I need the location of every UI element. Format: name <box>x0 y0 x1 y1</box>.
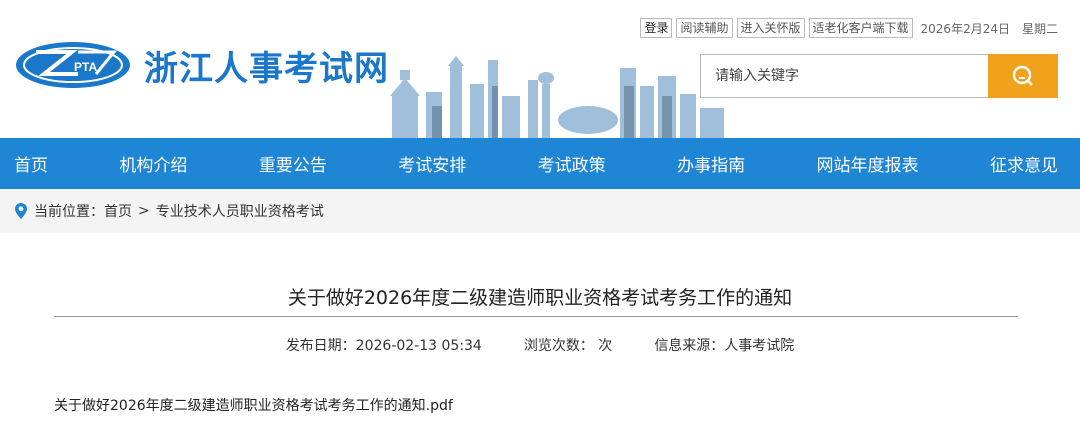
care-version-link[interactable]: 进入关怀版 <box>736 18 805 38</box>
top-utility-bar: 登录 阅读辅助 进入关怀版 适老化客户端下载 2026年2月24日 星期二 <box>640 18 1058 38</box>
nav-item-annual-report[interactable]: 网站年度报表 <box>817 151 919 176</box>
title-divider <box>54 316 1018 317</box>
current-weekday: 星期二 <box>1021 21 1058 36</box>
site-title: 浙江人事考试网 <box>144 48 389 89</box>
view-count: 浏览次数： 次 <box>523 338 613 354</box>
city-skyline-illustration <box>390 56 724 138</box>
location-pin-icon <box>14 202 28 220</box>
search-bar <box>700 54 1058 98</box>
current-date: 2026年2月24日 <box>920 21 1010 36</box>
reading-aid-link[interactable]: 阅读辅助 <box>676 18 733 38</box>
login-link[interactable]: 登录 <box>640 18 673 38</box>
search-input[interactable] <box>700 54 988 98</box>
publish-date: 发布日期：2026-02-13 05:34 <box>285 338 482 354</box>
breadcrumb: 当前位置： 首页 > 专业技术人员职业资格考试 <box>0 189 1080 233</box>
site-logo[interactable]: PTA 浙江人事考试网 <box>14 40 389 90</box>
site-header: 登录 阅读辅助 进入关怀版 适老化客户端下载 2026年2月24日 星期二 PT… <box>0 0 1080 138</box>
nav-item-exam-policy[interactable]: 考试政策 <box>538 151 606 176</box>
breadcrumb-home-link[interactable]: 首页 <box>104 201 132 221</box>
article-meta: 发布日期：2026-02-13 05:34 浏览次数： 次 信息来源：人事考试院 <box>0 335 1080 355</box>
nav-item-about[interactable]: 机构介绍 <box>119 151 187 176</box>
breadcrumb-separator: > <box>138 203 150 219</box>
pta-badge-text: PTA <box>74 60 97 74</box>
nav-item-home[interactable]: 首页 <box>14 151 48 176</box>
search-icon <box>1012 65 1033 86</box>
nav-item-feedback[interactable]: 征求意见 <box>990 151 1058 176</box>
main-nav: 首页 机构介绍 重要公告 考试安排 考试政策 办事指南 网站年度报表 征求意见 <box>0 138 1080 189</box>
nav-item-exam-schedule[interactable]: 考试安排 <box>398 151 466 176</box>
nav-item-announcements[interactable]: 重要公告 <box>259 151 327 176</box>
elderly-client-download-link[interactable]: 适老化客户端下载 <box>808 18 913 38</box>
article-title: 关于做好2026年度二级建造师职业资格考试考务工作的通知 <box>287 287 793 309</box>
pta-logo-icon: PTA <box>16 42 130 88</box>
breadcrumb-label: 当前位置： <box>34 204 104 220</box>
info-source: 信息来源：人事考试院 <box>654 338 795 354</box>
breadcrumb-current-link[interactable]: 专业技术人员职业资格考试 <box>156 201 324 221</box>
nav-item-service-guide[interactable]: 办事指南 <box>677 151 745 176</box>
search-button[interactable] <box>988 54 1058 98</box>
attachment-pdf-link[interactable]: 关于做好2026年度二级建造师职业资格考试考务工作的通知.pdf <box>54 395 453 415</box>
